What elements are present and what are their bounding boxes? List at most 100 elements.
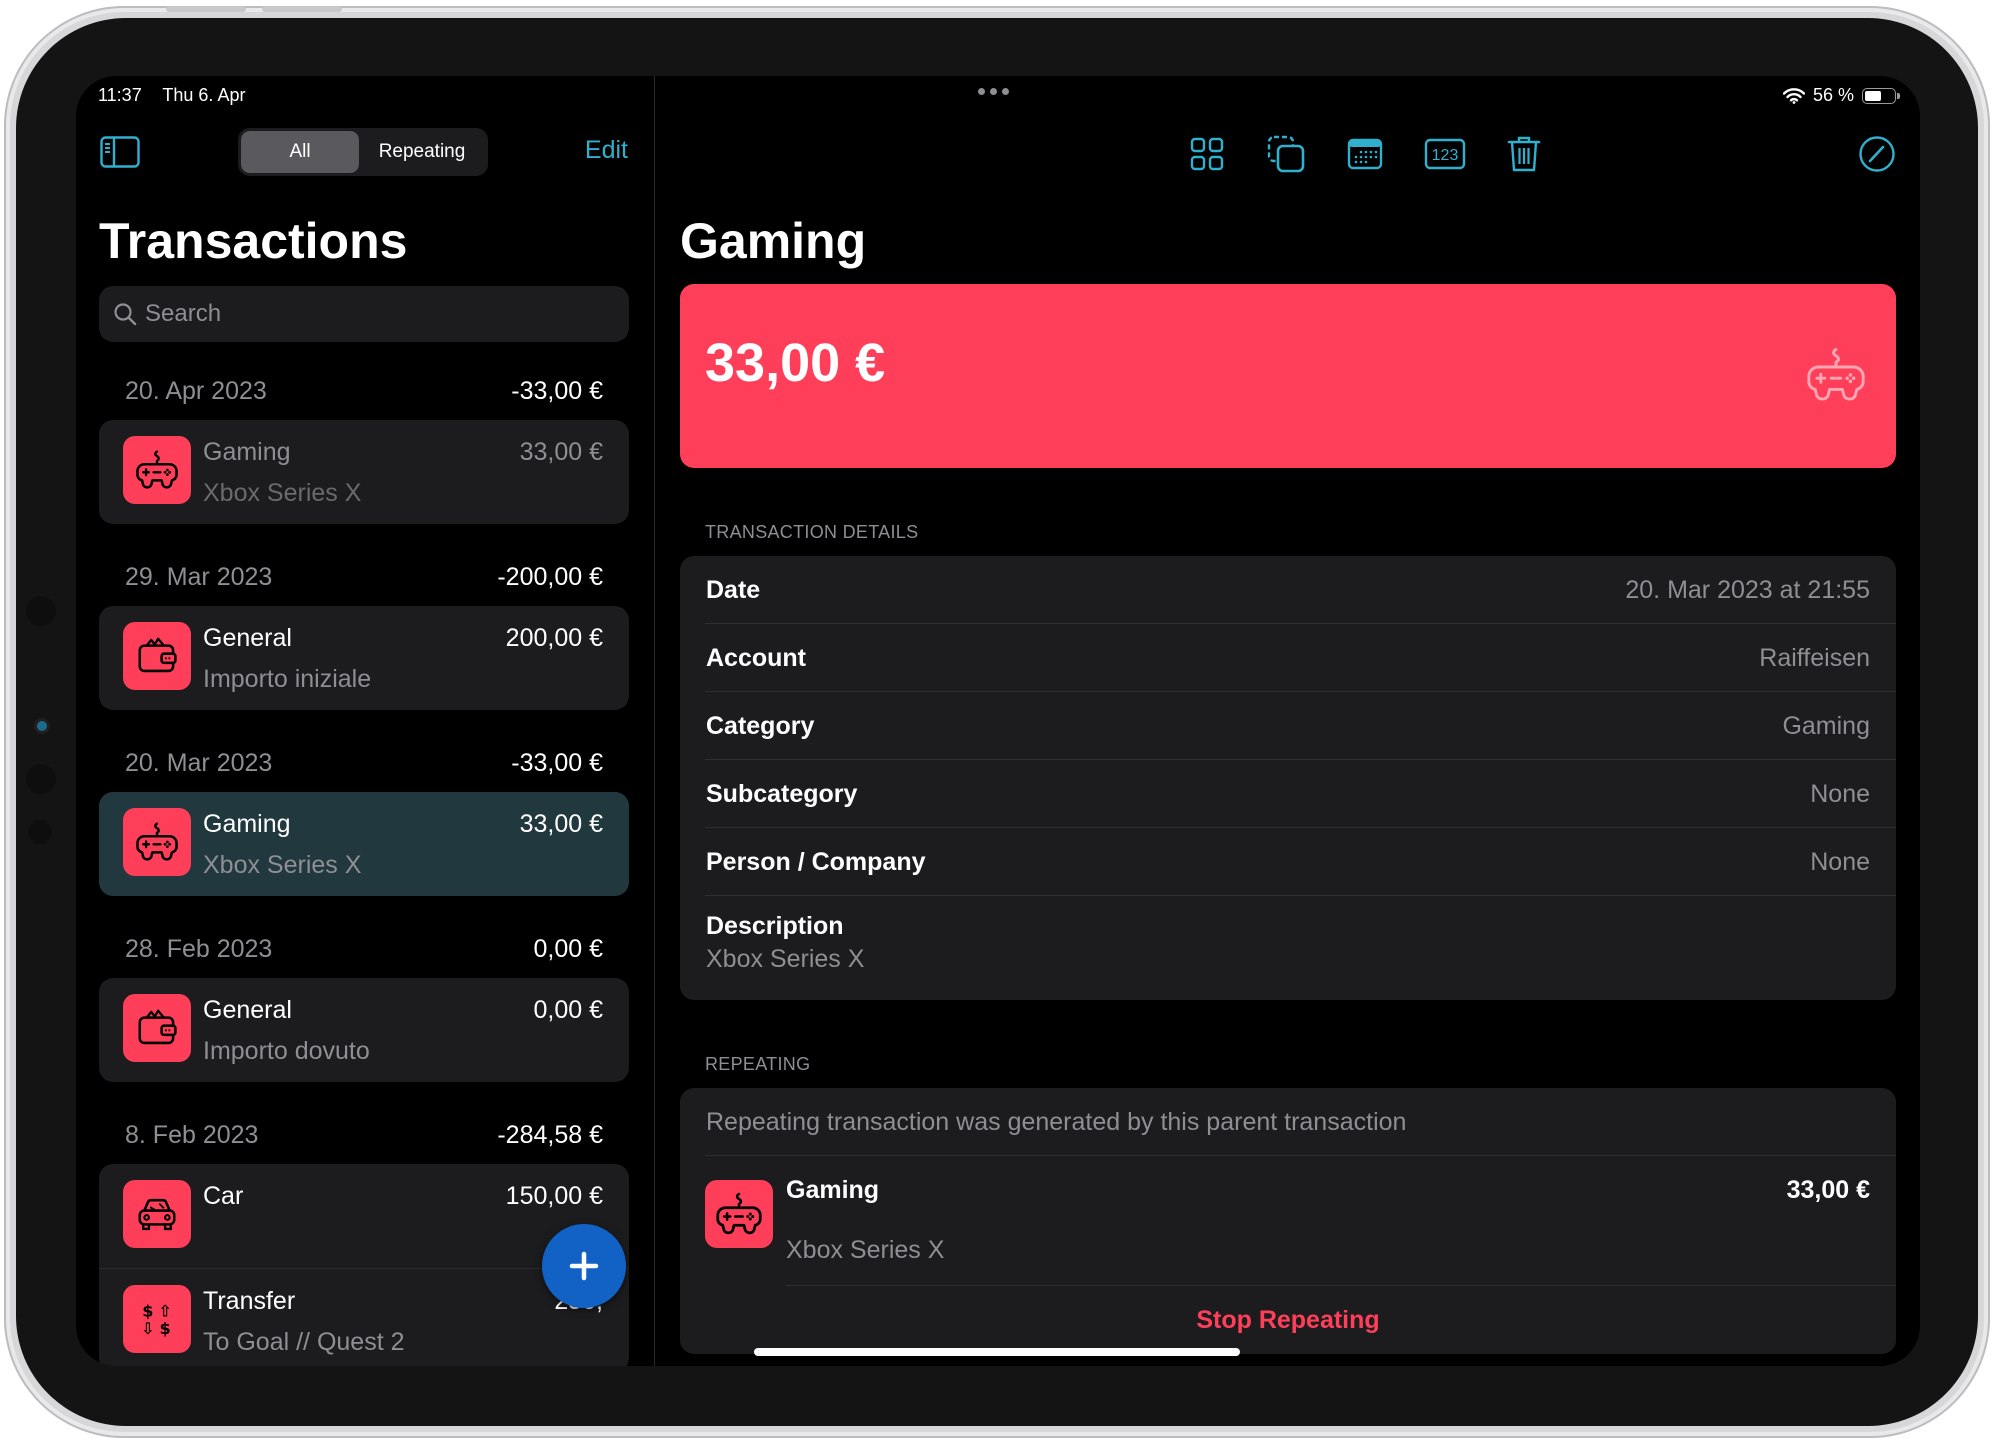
gamepad-icon — [705, 1180, 773, 1248]
detail-row-date[interactable]: Date 20. Mar 2023 at 21:55 — [680, 556, 1896, 624]
row-value: None — [1810, 779, 1870, 808]
transaction-category: Gaming — [203, 438, 291, 466]
date-group-header: 29. Mar 2023 -200,00 € — [99, 548, 629, 606]
detail-row-person-company[interactable]: Person / Company None — [680, 828, 1896, 896]
amount-button[interactable]: 123 — [1423, 132, 1467, 176]
details-card: Date 20. Mar 2023 at 21:55 Account Raiff… — [680, 556, 1896, 1000]
edit-pencil-icon — [1859, 136, 1895, 172]
parent-transaction-row[interactable]: Gaming Xbox Series X 33,00 € — [680, 1156, 1896, 1286]
transaction-amount: 200,00 € — [505, 624, 603, 652]
transaction-category: Transfer — [203, 1287, 296, 1315]
transaction-row[interactable]: Gaming Xbox Series X 33,00 € — [99, 792, 629, 896]
transaction-text: Gaming Xbox Series X — [203, 808, 520, 880]
row-value: Raiffeisen — [1759, 643, 1870, 672]
date-group-header: 20. Apr 2023 -33,00 € — [99, 362, 629, 420]
date-group-header: 20. Mar 2023 -33,00 € — [99, 734, 629, 792]
group-date: 8. Feb 2023 — [125, 1120, 259, 1149]
duplicate-icon — [1267, 135, 1305, 173]
detail-row-account[interactable]: Account Raiffeisen — [680, 624, 1896, 692]
detail-row-subcategory[interactable]: Subcategory None — [680, 760, 1896, 828]
trash-icon — [1507, 136, 1541, 172]
add-transaction-button[interactable] — [542, 1224, 626, 1308]
date-group-header: 8. Feb 2023 -284,58 € — [99, 1106, 629, 1164]
transaction-category: General — [203, 624, 292, 652]
transaction-amount: 33,00 € — [519, 810, 603, 838]
transaction-text: General Importo dovuto — [203, 994, 533, 1066]
row-label: Person / Company — [706, 847, 926, 876]
transaction-group: General Importo dovuto 0,00 € — [99, 978, 629, 1082]
transaction-text: General Importo iniziale — [203, 622, 506, 694]
transaction-amount: 33,00 € — [705, 333, 886, 393]
detail-pane: 123 Gaming 33,00 € TRANSACTION DETAILS D… — [655, 76, 1920, 1366]
volume-button — [166, 6, 246, 12]
search-icon — [114, 303, 137, 326]
transaction-category: Car — [203, 1182, 244, 1210]
transaction-row[interactable]: General Importo dovuto 0,00 € — [99, 978, 629, 1082]
front-camera — [37, 721, 47, 731]
gamepad-icon — [123, 436, 191, 504]
screen: 11:37 Thu 6. Apr 56 % All Repeating Edit… — [76, 76, 1920, 1366]
parent-description: Xbox Series X — [786, 1236, 945, 1264]
transaction-text: Transfer To Goal // Quest 2 — [203, 1285, 554, 1357]
transaction-category: Gaming — [203, 810, 291, 838]
calendar-icon — [1347, 138, 1383, 170]
transaction-description: Xbox Series X — [203, 479, 362, 507]
delete-button[interactable] — [1502, 132, 1546, 176]
volume-button — [262, 6, 342, 12]
calendar-button[interactable] — [1343, 132, 1387, 176]
transaction-amount: 150,00 € — [505, 1182, 603, 1210]
transaction-row[interactable]: General Importo iniziale 200,00 € — [99, 606, 629, 710]
transaction-description: Importo dovuto — [203, 1037, 370, 1065]
details-section-header: TRANSACTION DETAILS — [705, 522, 919, 542]
sidebar-icon — [100, 136, 140, 168]
row-value: None — [1810, 847, 1870, 876]
grid-icon — [1190, 137, 1224, 171]
transaction-amount: 0,00 € — [533, 996, 603, 1024]
group-total: -284,58 € — [497, 1120, 603, 1149]
transaction-list: 20. Apr 2023 -33,00 € Gaming Xbox Series X 3… — [99, 362, 629, 1366]
row-label: Description — [706, 912, 844, 940]
segment-repeating[interactable]: Repeating — [359, 131, 485, 173]
row-label: Category — [706, 711, 815, 740]
group-total: -200,00 € — [497, 562, 603, 591]
transaction-category: General — [203, 996, 292, 1024]
amount-card: 33,00 € — [680, 284, 1896, 468]
segment-all[interactable]: All — [241, 131, 359, 173]
row-label: Account — [706, 643, 806, 672]
plus-icon — [569, 1251, 599, 1281]
group-date: 29. Mar 2023 — [125, 562, 273, 591]
group-date: 20. Mar 2023 — [125, 748, 273, 777]
detail-row-description[interactable]: Description Xbox Series X — [680, 896, 1896, 990]
group-total: -33,00 € — [511, 748, 603, 777]
transaction-description: Importo iniziale — [203, 665, 372, 693]
filter-segmented-control: All Repeating — [238, 128, 488, 176]
sidebar-toggle-button[interactable] — [100, 136, 140, 168]
parent-category: Gaming — [786, 1176, 880, 1204]
svg-text:123: 123 — [1432, 147, 1459, 164]
gamepad-icon — [1804, 342, 1868, 413]
gamepad-icon — [123, 808, 191, 876]
edit-transaction-button[interactable] — [1855, 132, 1899, 176]
search-input[interactable] — [145, 300, 605, 328]
numbers-icon: 123 — [1424, 138, 1466, 170]
grid-button[interactable] — [1185, 132, 1229, 176]
stop-repeating-button[interactable]: Stop Repeating — [680, 1286, 1896, 1354]
row-label: Subcategory — [706, 779, 858, 808]
transaction-group: General Importo iniziale 200,00 € — [99, 606, 629, 710]
transaction-description: To Goal // Quest 2 — [203, 1328, 405, 1356]
date-group-header: 28. Feb 2023 0,00 € — [99, 920, 629, 978]
row-value: 20. Mar 2023 at 21:55 — [1625, 575, 1870, 604]
detail-row-category[interactable]: Category Gaming — [680, 692, 1896, 760]
duplicate-button[interactable] — [1264, 132, 1308, 176]
detail-title: Gaming — [680, 213, 867, 269]
home-indicator[interactable] — [754, 1348, 1240, 1356]
transaction-text: Gaming Xbox Series X — [203, 436, 520, 508]
edit-button[interactable]: Edit — [585, 136, 628, 165]
parent-amount: 33,00 € — [1786, 1176, 1870, 1204]
transaction-amount: 33,00 € — [519, 438, 603, 466]
sensor — [28, 820, 52, 844]
transaction-row[interactable]: Gaming Xbox Series X 33,00 € — [99, 420, 629, 524]
transaction-group: Gaming Xbox Series X 33,00 € — [99, 792, 629, 896]
page-title: Transactions — [99, 213, 408, 269]
sensor — [26, 764, 56, 794]
